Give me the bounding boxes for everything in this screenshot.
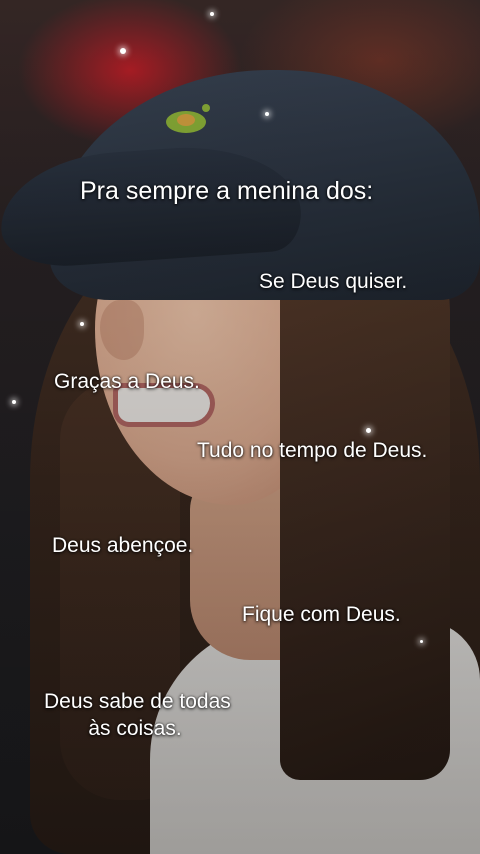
caption-last: Deus sabe de todas às coisas. (44, 688, 231, 742)
caption-phrase: Graças a Deus. (54, 370, 200, 393)
caption-last-line-1: Deus sabe de todas (44, 690, 231, 713)
caption-title: Pra sempre a menina dos: (80, 177, 374, 205)
caption-last-line-2: às coisas. (88, 717, 182, 740)
sparkle (120, 48, 126, 54)
caption-phrase: Se Deus quiser. (259, 270, 408, 293)
sparkle (366, 428, 371, 433)
sparkle (80, 322, 84, 326)
caption-phrase: Deus abençoe. (52, 534, 194, 557)
sparkle (12, 400, 16, 404)
sparkle (210, 12, 214, 16)
sparkle (420, 640, 423, 643)
caption-phrase: Tudo no tempo de Deus. (197, 439, 428, 462)
photo-stage: Pra sempre a menina dos: Se Deus quiser.… (0, 0, 480, 854)
sparkle (265, 112, 269, 116)
caption-phrase: Fique com Deus. (242, 603, 401, 626)
